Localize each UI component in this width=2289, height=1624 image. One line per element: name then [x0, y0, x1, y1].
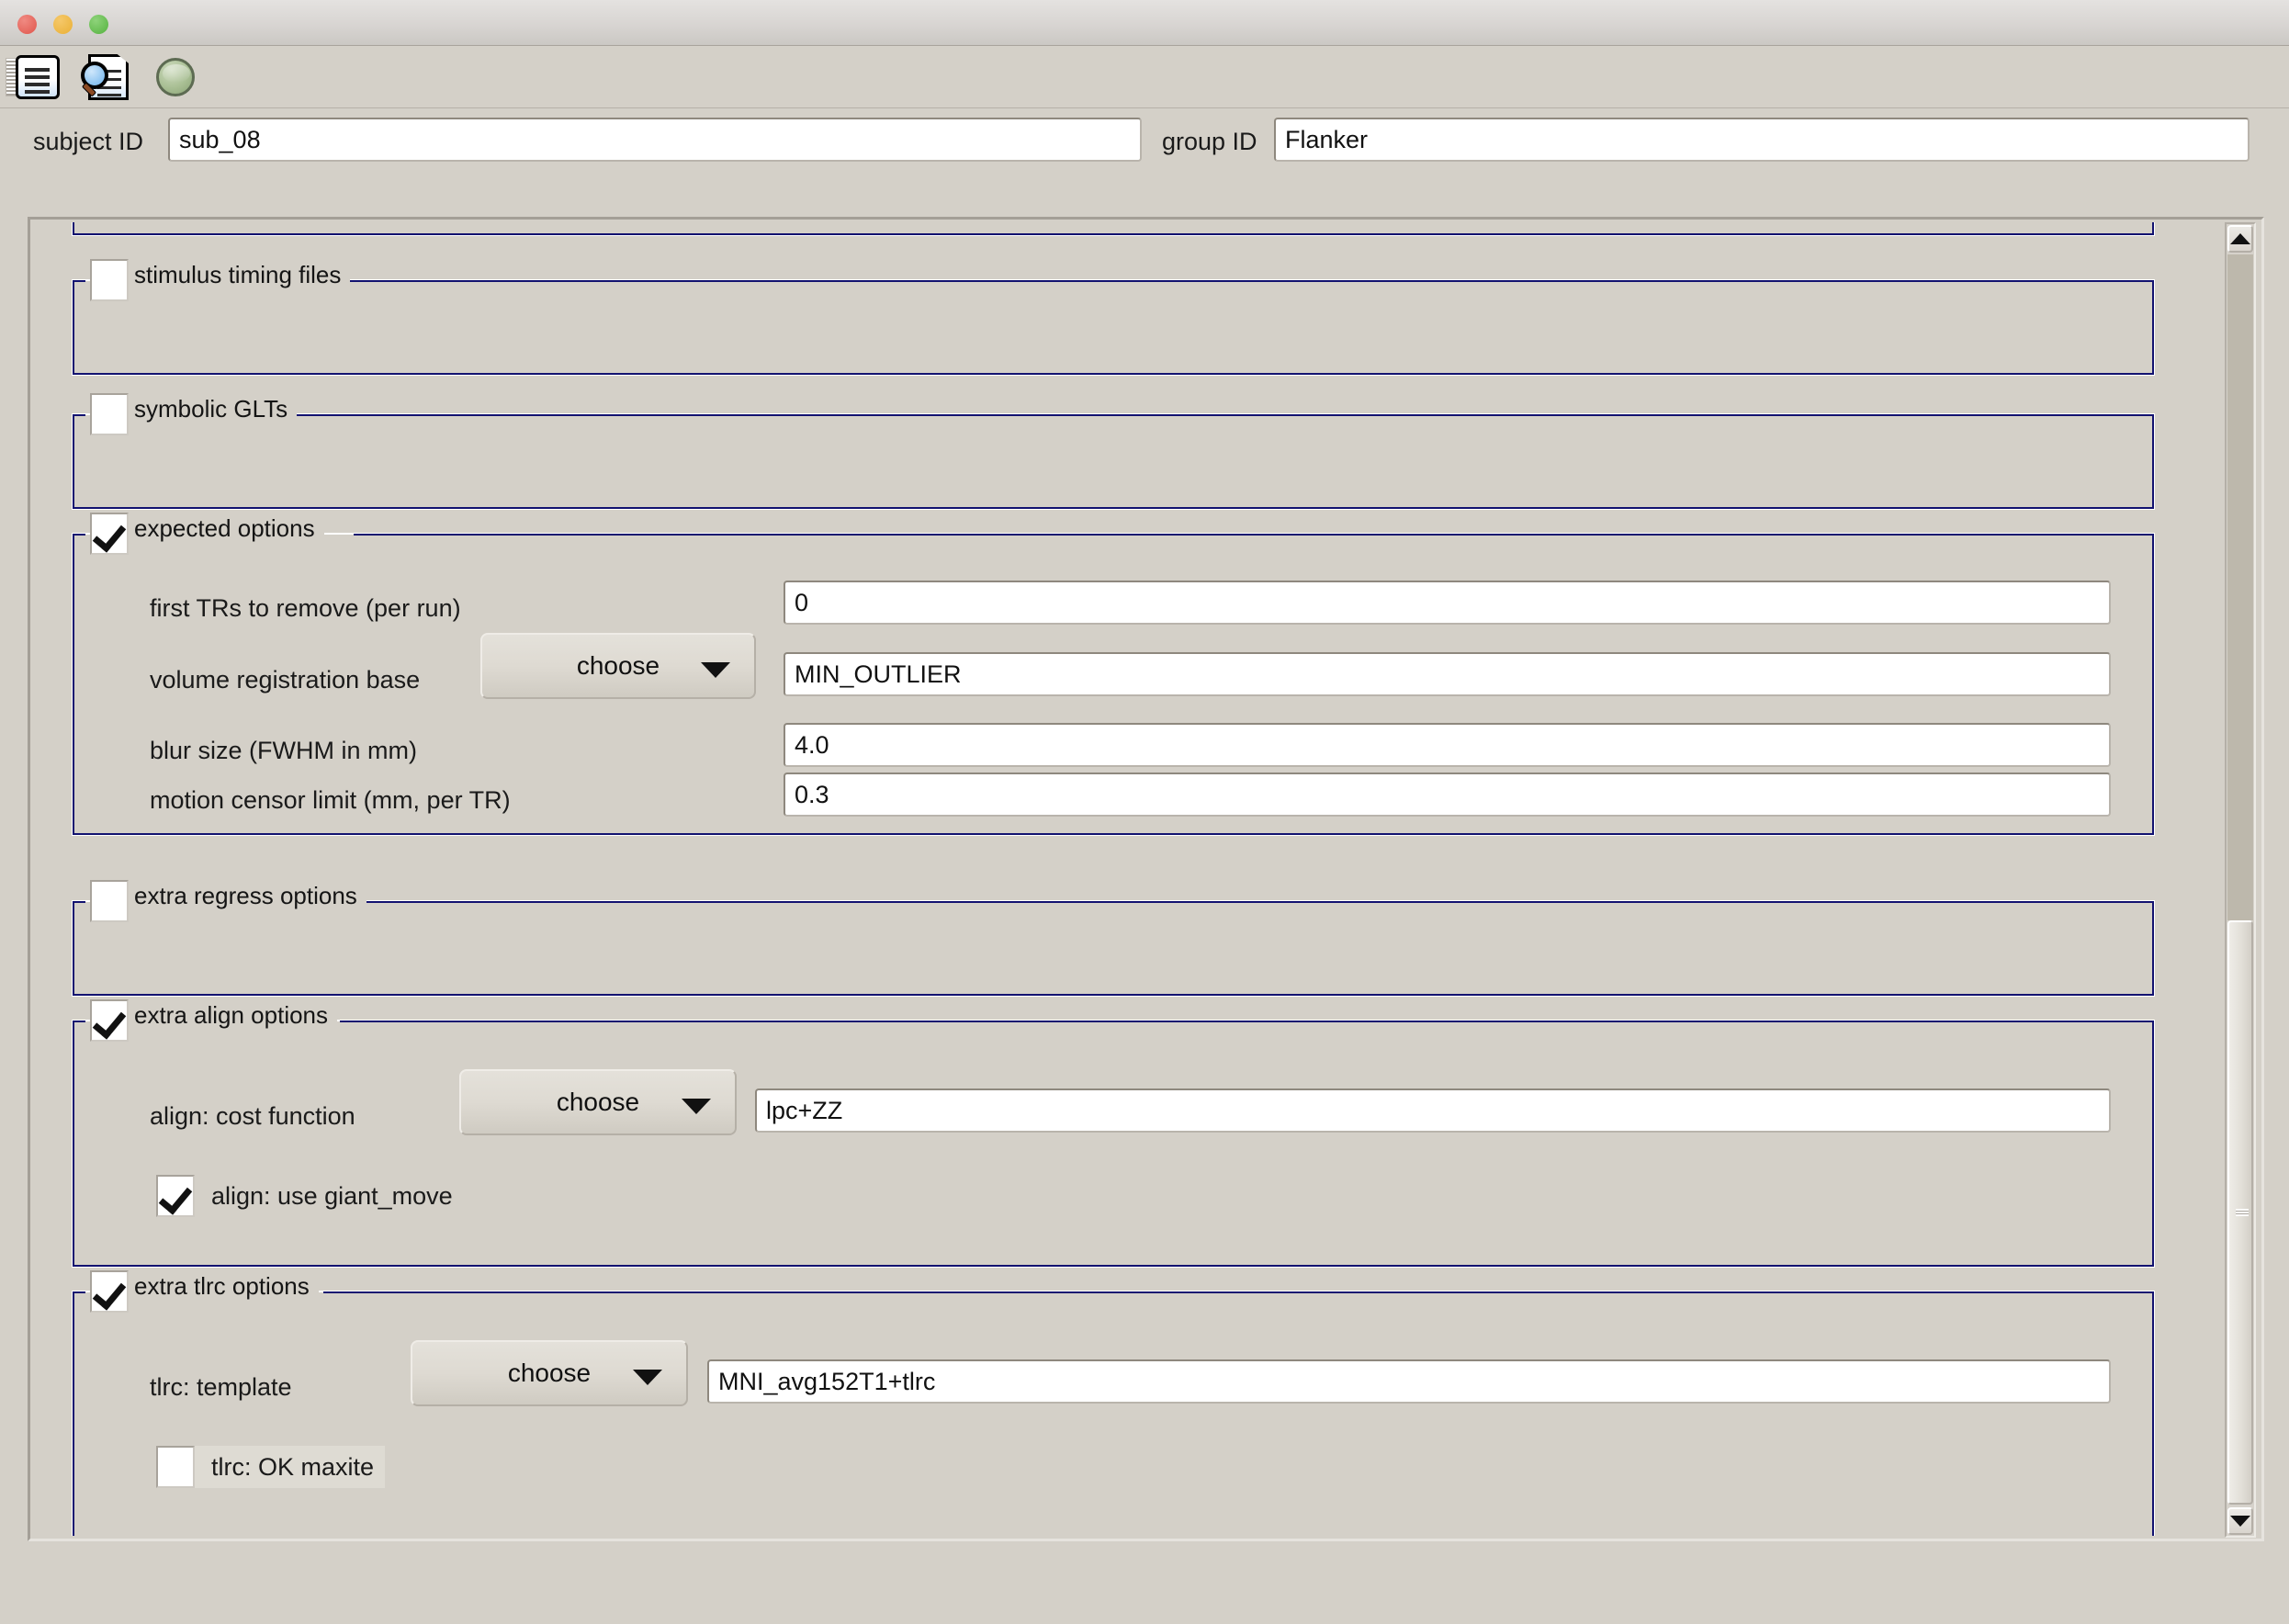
green-ball-icon[interactable]	[151, 52, 200, 102]
options-scroll-area[interactable]: stimulus timing files symbolic GLTs expe…	[33, 222, 2200, 1536]
input-blur-size[interactable]: 4.0	[784, 723, 2111, 767]
dropdown-tlrc-template[interactable]: choose	[411, 1340, 688, 1406]
scroll-up-button[interactable]	[2227, 225, 2253, 253]
label-tlrc-template: tlrc: template	[150, 1373, 292, 1401]
section-title-symbolic-glts: symbolic GLTs	[129, 395, 298, 423]
input-motion-censor-limit[interactable]: 0.3	[784, 773, 2111, 817]
dropdown-volume-registration-base[interactable]: choose	[480, 633, 756, 699]
chevron-down-icon	[682, 1099, 711, 1114]
section-title-extra-align-options: extra align options	[129, 1001, 338, 1030]
checkbox-row-align-giant-move[interactable]: align: use giant_move	[156, 1175, 453, 1217]
label-tlrc-ok-maxite: tlrc: OK maxite	[211, 1452, 375, 1481]
scrollbar-grip-icon	[2236, 1209, 2249, 1216]
toolbar	[0, 46, 2289, 108]
close-window-button[interactable]	[17, 15, 37, 34]
label-first-trs-to-remove: first TRs to remove (per run)	[150, 594, 461, 622]
section-stimulus-timing-files: stimulus timing files	[72, 259, 2155, 376]
checkbox-align-giant-move[interactable]	[156, 1175, 195, 1217]
maximize-window-button[interactable]	[89, 15, 108, 34]
scrollbar-thumb[interactable]	[2227, 920, 2253, 1505]
section-extra-tlrc-options: extra tlrc options tlrc: template choose…	[72, 1270, 2155, 1536]
scrollbar-trough-upper[interactable]	[2227, 254, 2253, 920]
label-motion-censor-limit: motion censor limit (mm, per TR)	[150, 786, 511, 814]
find-page-icon[interactable]	[81, 52, 132, 102]
section-extra-regress-options: extra regress options	[72, 880, 2155, 997]
vertical-scrollbar[interactable]	[2225, 222, 2256, 1538]
checkbox-extra-regress-options[interactable]	[90, 880, 129, 922]
previous-section-partial	[72, 222, 2155, 236]
section-title-stimulus-timing-files: stimulus timing files	[129, 261, 351, 289]
checkbox-row-tlrc-ok-maxite[interactable]: tlrc: OK maxite	[156, 1446, 386, 1488]
checkbox-extra-align-options[interactable]	[90, 999, 129, 1042]
label-align-cost-function: align: cost function	[150, 1102, 355, 1130]
checkbox-extra-tlrc-options[interactable]	[90, 1270, 129, 1313]
minimize-window-button[interactable]	[53, 15, 73, 34]
section-symbolic-glts: symbolic GLTs	[72, 393, 2155, 510]
checkbox-expected-options[interactable]	[90, 513, 129, 555]
chevron-down-icon	[701, 662, 730, 678]
scroll-down-button[interactable]	[2227, 1507, 2253, 1535]
input-align-cost-function[interactable]: lpc+ZZ	[755, 1088, 2111, 1133]
label-align-giant-move: align: use giant_move	[211, 1181, 453, 1210]
checkbox-stimulus-timing-files[interactable]	[90, 259, 129, 301]
checkbox-symbolic-glts[interactable]	[90, 393, 129, 435]
triangle-down-icon	[2230, 1516, 2250, 1527]
chevron-down-icon	[633, 1370, 662, 1385]
section-extra-align-options: extra align options align: cost function…	[72, 999, 2155, 1268]
subject-id-input[interactable]: sub_08	[168, 118, 1142, 162]
window-titlebar	[0, 0, 2289, 46]
section-expected-options: expected options first TRs to remove (pe…	[72, 513, 2155, 836]
checkbox-tlrc-ok-maxite[interactable]	[156, 1446, 195, 1488]
input-tlrc-template[interactable]: MNI_avg152T1+tlrc	[707, 1359, 2111, 1404]
document-icon[interactable]	[13, 52, 62, 102]
section-title-expected-options: expected options	[129, 514, 324, 543]
subject-id-label: subject ID	[33, 128, 144, 155]
group-id-label: group ID	[1162, 128, 1257, 155]
input-volume-registration-base[interactable]: MIN_OUTLIER	[784, 652, 2111, 696]
label-blur-size: blur size (FWHM in mm)	[150, 737, 417, 764]
section-title-extra-regress-options: extra regress options	[129, 882, 366, 910]
label-volume-registration-base: volume registration base	[150, 666, 421, 694]
identification-row: subject ID sub_08 group ID Flanker	[0, 108, 2289, 200]
triangle-up-icon	[2230, 233, 2250, 244]
input-first-trs-to-remove[interactable]: 0	[784, 581, 2111, 625]
group-id-input[interactable]: Flanker	[1274, 118, 2250, 162]
section-title-extra-tlrc-options: extra tlrc options	[129, 1272, 319, 1301]
dropdown-align-cost-function[interactable]: choose	[459, 1069, 737, 1135]
options-panel: stimulus timing files symbolic GLTs expe…	[28, 217, 2264, 1541]
